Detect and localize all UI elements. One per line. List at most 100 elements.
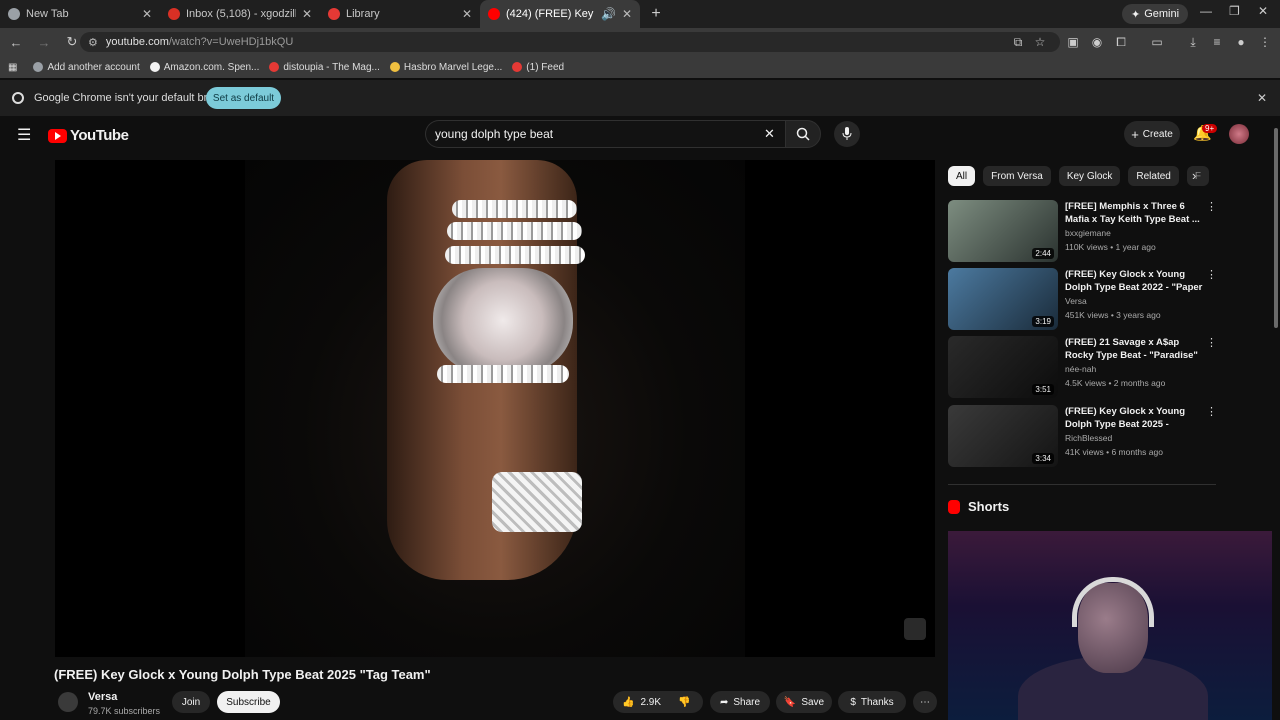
bookmark-star-icon[interactable]: ☆: [1033, 35, 1047, 49]
duration-badge: 3:19: [1032, 316, 1054, 327]
recommended-video[interactable]: 2:44 [FREE] Memphis x Three 6 Mafia x Ta…: [948, 200, 1218, 262]
thanks-button[interactable]: $ Thanks: [838, 691, 906, 713]
speaker-icon[interactable]: 🔊: [601, 7, 616, 21]
close-icon[interactable]: ✕: [1257, 91, 1267, 105]
hamburger-menu-icon[interactable]: ☰: [17, 125, 31, 145]
page-scrollbar[interactable]: [1272, 118, 1280, 720]
voice-search-button[interactable]: [834, 121, 860, 147]
recommendation-channel[interactable]: Versa: [1065, 296, 1087, 306]
browser-tab[interactable]: Library ✕: [320, 0, 480, 28]
scrollbar-thumb[interactable]: [1274, 128, 1278, 328]
forward-button[interactable]: →: [32, 30, 56, 54]
join-button[interactable]: Join: [172, 691, 210, 713]
chip-related[interactable]: Related: [1128, 166, 1179, 186]
recommendation-title[interactable]: (FREE) Key Glock x Young Dolph Type Beat…: [1065, 268, 1205, 295]
recommendation-channel[interactable]: RichBlessed: [1065, 433, 1112, 443]
bracelet-image: [437, 365, 569, 383]
duration-badge: 3:51: [1032, 384, 1054, 395]
address-bar[interactable]: ⚙ youtube.com/watch?v=UweHDj1bkQU: [80, 32, 1060, 52]
apps-icon[interactable]: ▦: [8, 62, 17, 73]
search-input[interactable]: young dolph type beat ✕: [425, 120, 785, 148]
watch-image: [433, 268, 573, 373]
more-options-icon[interactable]: ⋮: [1206, 268, 1217, 281]
extension-icon[interactable]: ▣: [1066, 35, 1080, 49]
close-tab-icon[interactable]: ✕: [622, 7, 632, 21]
bookmark[interactable]: distoupia - The Mag...: [269, 62, 380, 73]
channel-name[interactable]: Versa: [88, 691, 117, 703]
browser-tab-active[interactable]: (424) (FREE) Key Glock x Yo 🔊 ✕: [480, 0, 640, 28]
gemini-button[interactable]: ✦ Gemini: [1122, 4, 1189, 24]
menu-icon[interactable]: ⋮: [1258, 35, 1272, 49]
video-player[interactable]: [55, 160, 935, 657]
extension-icon[interactable]: ◉: [1090, 35, 1104, 49]
maximize-icon[interactable]: ❐: [1229, 4, 1240, 18]
share-icon: ➦: [719, 696, 729, 708]
gemini-label: Gemini: [1144, 8, 1180, 20]
bookmark-icon: 🔖: [783, 696, 797, 708]
site-info-icon[interactable]: ⚙: [88, 36, 98, 49]
browser-tab[interactable]: New Tab ✕: [0, 0, 160, 28]
thanks-label: Thanks: [860, 696, 894, 708]
recommendation-channel[interactable]: née-nah: [1065, 364, 1096, 374]
minimize-icon[interactable]: —: [1200, 4, 1212, 18]
side-panel-icon[interactable]: ▭: [1150, 35, 1164, 49]
subscribe-button[interactable]: Subscribe: [217, 691, 280, 713]
youtube-logo[interactable]: YouTube: [48, 127, 129, 144]
subscriber-count: 79.7K subscribers: [88, 706, 161, 716]
video-thumbnail[interactable]: 2:44: [948, 200, 1058, 262]
chevron-right-icon[interactable]: ›: [1192, 168, 1196, 183]
webcam-overlay: [948, 531, 1280, 720]
clear-search-icon[interactable]: ✕: [764, 126, 775, 142]
more-options-icon[interactable]: ⋮: [1206, 336, 1217, 349]
back-button[interactable]: ←: [4, 30, 28, 54]
extensions-puzzle-icon[interactable]: ⧠: [1114, 35, 1128, 49]
set-default-button[interactable]: Set as default: [206, 87, 281, 109]
close-tab-icon[interactable]: ✕: [462, 7, 472, 21]
hasbro-icon: [389, 62, 400, 72]
recommended-video[interactable]: 3:51 (FREE) 21 Savage x A$ap Rocky Type …: [948, 336, 1218, 398]
video-thumbnail[interactable]: 3:19: [948, 268, 1058, 330]
install-app-icon[interactable]: ⧉: [1011, 35, 1025, 49]
chip-from-versa[interactable]: From Versa: [983, 166, 1051, 186]
recommendation-channel[interactable]: bxxgiemane: [1065, 228, 1111, 238]
account-avatar[interactable]: [1229, 124, 1249, 144]
video-thumbnail[interactable]: 3:51: [948, 336, 1058, 398]
bookmark[interactable]: Add another account: [33, 62, 140, 73]
search-button[interactable]: [785, 120, 821, 148]
create-label: Create: [1142, 128, 1173, 140]
microphone-icon: [842, 127, 852, 140]
logo-text: YouTube: [70, 127, 129, 144]
close-tab-icon[interactable]: ✕: [142, 7, 152, 21]
more-options-icon[interactable]: ⋮: [1206, 200, 1217, 213]
profile-icon[interactable]: ●: [1234, 35, 1248, 49]
dislike-icon[interactable]: 👎: [678, 697, 690, 708]
new-tab-button[interactable]: +: [644, 2, 668, 26]
chip-partial[interactable]: F: [1186, 166, 1209, 186]
download-icon[interactable]: ⤓: [1186, 35, 1200, 49]
share-button[interactable]: ➦ Share: [710, 691, 770, 713]
bookmark[interactable]: (1) Feed: [512, 62, 564, 73]
create-button[interactable]: + Create: [1124, 121, 1180, 147]
media-icon[interactable]: ≡: [1210, 35, 1224, 49]
chip-key-glock[interactable]: Key Glock: [1058, 166, 1121, 186]
recommendation-title[interactable]: (FREE) 21 Savage x A$ap Rocky Type Beat …: [1065, 336, 1205, 362]
channel-avatar[interactable]: [58, 692, 78, 712]
bookmark[interactable]: Amazon.com. Spen...: [149, 62, 259, 73]
bookmark[interactable]: Hasbro Marvel Lege...: [389, 62, 502, 73]
browser-tab[interactable]: Inbox (5,108) - xgodzillaxmem ✕: [160, 0, 320, 28]
close-tab-icon[interactable]: ✕: [302, 7, 312, 21]
close-window-icon[interactable]: ✕: [1258, 4, 1268, 18]
shorts-label: Shorts: [968, 499, 1010, 514]
channel-watermark-icon[interactable]: [904, 618, 926, 640]
divider: [948, 484, 1216, 485]
chip-all[interactable]: All: [948, 166, 976, 186]
recommended-video[interactable]: 3:34 (FREE) Key Glock x Young Dolph Type…: [948, 405, 1218, 467]
save-button[interactable]: 🔖 Save: [776, 691, 832, 713]
recommendation-title[interactable]: [FREE] Memphis x Three 6 Mafia x Tay Kei…: [1065, 200, 1205, 226]
recommended-video[interactable]: 3:19 (FREE) Key Glock x Young Dolph Type…: [948, 268, 1218, 330]
recommendation-title[interactable]: (FREE) Key Glock x Young Dolph Type Beat…: [1065, 405, 1205, 432]
more-actions-button[interactable]: ⋯: [913, 691, 937, 713]
like-button[interactable]: 👍 2.9K: [622, 697, 661, 708]
video-thumbnail[interactable]: 3:34: [948, 405, 1058, 467]
more-options-icon[interactable]: ⋮: [1206, 405, 1217, 418]
